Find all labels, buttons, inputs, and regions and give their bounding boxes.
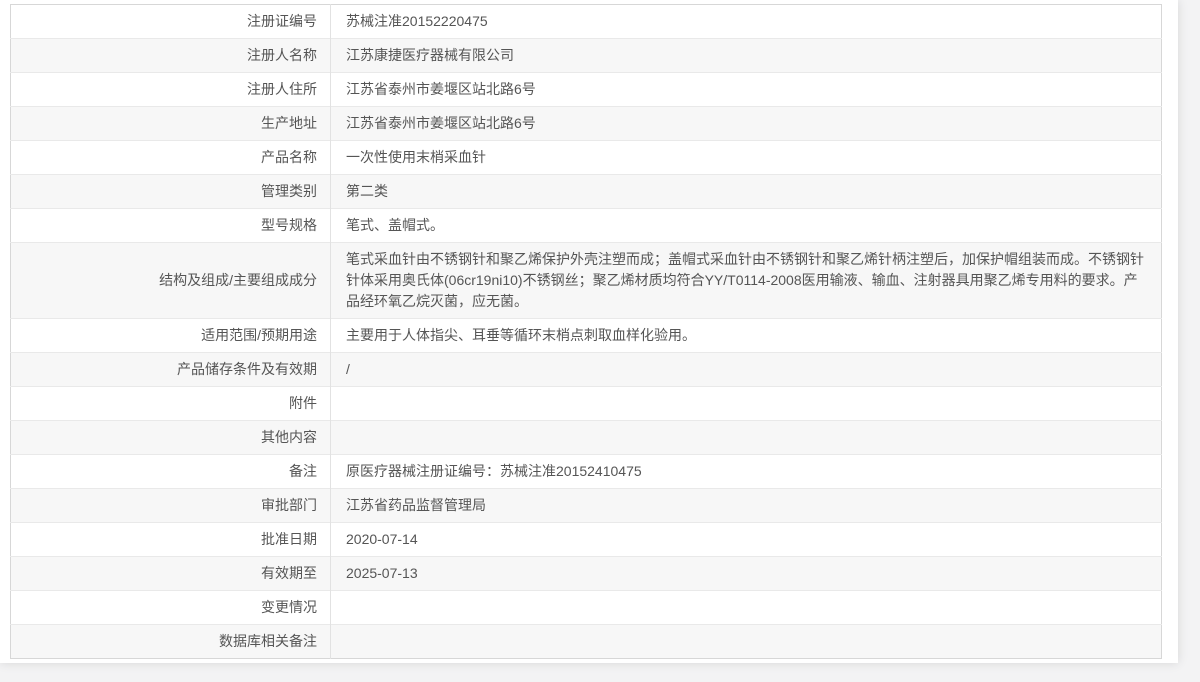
table-row: 管理类别 第二类 [11,175,1162,209]
row-label: 其他内容 [11,421,331,455]
row-value: 江苏省泰州市姜堰区站北路6号 [331,73,1162,107]
row-label: 有效期至 [11,557,331,591]
row-label: 注册人名称 [11,39,331,73]
table-row: 注册证编号 苏械注准20152220475 [11,5,1162,39]
table-row: 其他内容 [11,421,1162,455]
row-value: 江苏康捷医疗器械有限公司 [331,39,1162,73]
row-label: 附件 [11,387,331,421]
row-value: 苏械注准20152220475 [331,5,1162,39]
row-label: 注册人住所 [11,73,331,107]
row-value [331,387,1162,421]
row-label: 型号规格 [11,209,331,243]
table-row: 产品名称 一次性使用末梢采血针 [11,141,1162,175]
registration-detail-table: 注册证编号 苏械注准20152220475 注册人名称 江苏康捷医疗器械有限公司… [10,4,1162,659]
table-row: 生产地址 江苏省泰州市姜堰区站北路6号 [11,107,1162,141]
row-value: 江苏省药品监督管理局 [331,489,1162,523]
registration-detail-card: 注册证编号 苏械注准20152220475 注册人名称 江苏康捷医疗器械有限公司… [0,0,1178,663]
row-value: 一次性使用末梢采血针 [331,141,1162,175]
row-value: 2025-07-13 [331,557,1162,591]
table-row: 有效期至 2025-07-13 [11,557,1162,591]
row-label: 数据库相关备注 [11,625,331,659]
row-label: 备注 [11,455,331,489]
table-row: 产品储存条件及有效期 / [11,353,1162,387]
row-value: 笔式、盖帽式。 [331,209,1162,243]
row-value: / [331,353,1162,387]
row-label: 生产地址 [11,107,331,141]
table-row: 审批部门 江苏省药品监督管理局 [11,489,1162,523]
row-value: 第二类 [331,175,1162,209]
row-label: 管理类别 [11,175,331,209]
table-row: 注册人名称 江苏康捷医疗器械有限公司 [11,39,1162,73]
row-label: 产品名称 [11,141,331,175]
table-row: 型号规格 笔式、盖帽式。 [11,209,1162,243]
row-label: 结构及组成/主要组成成分 [11,243,331,319]
row-value: 主要用于人体指尖、耳垂等循环末梢点刺取血样化验用。 [331,319,1162,353]
table-row: 注册人住所 江苏省泰州市姜堰区站北路6号 [11,73,1162,107]
registration-detail-table-body: 注册证编号 苏械注准20152220475 注册人名称 江苏康捷医疗器械有限公司… [11,5,1162,659]
row-label: 注册证编号 [11,5,331,39]
row-value [331,625,1162,659]
row-label: 产品储存条件及有效期 [11,353,331,387]
table-row: 数据库相关备注 [11,625,1162,659]
table-row: 变更情况 [11,591,1162,625]
table-row: 备注 原医疗器械注册证编号：苏械注准20152410475 [11,455,1162,489]
table-row: 结构及组成/主要组成成分 笔式采血针由不锈钢针和聚乙烯保护外壳注塑而成；盖帽式采… [11,243,1162,319]
table-row: 附件 [11,387,1162,421]
row-value: 江苏省泰州市姜堰区站北路6号 [331,107,1162,141]
row-value: 原医疗器械注册证编号：苏械注准20152410475 [331,455,1162,489]
row-label: 适用范围/预期用途 [11,319,331,353]
row-label: 批准日期 [11,523,331,557]
table-row: 适用范围/预期用途 主要用于人体指尖、耳垂等循环末梢点刺取血样化验用。 [11,319,1162,353]
row-label: 变更情况 [11,591,331,625]
row-value: 2020-07-14 [331,523,1162,557]
row-value: 笔式采血针由不锈钢针和聚乙烯保护外壳注塑而成；盖帽式采血针由不锈钢针和聚乙烯针柄… [331,243,1162,319]
row-value [331,421,1162,455]
row-value [331,591,1162,625]
table-row: 批准日期 2020-07-14 [11,523,1162,557]
row-label: 审批部门 [11,489,331,523]
